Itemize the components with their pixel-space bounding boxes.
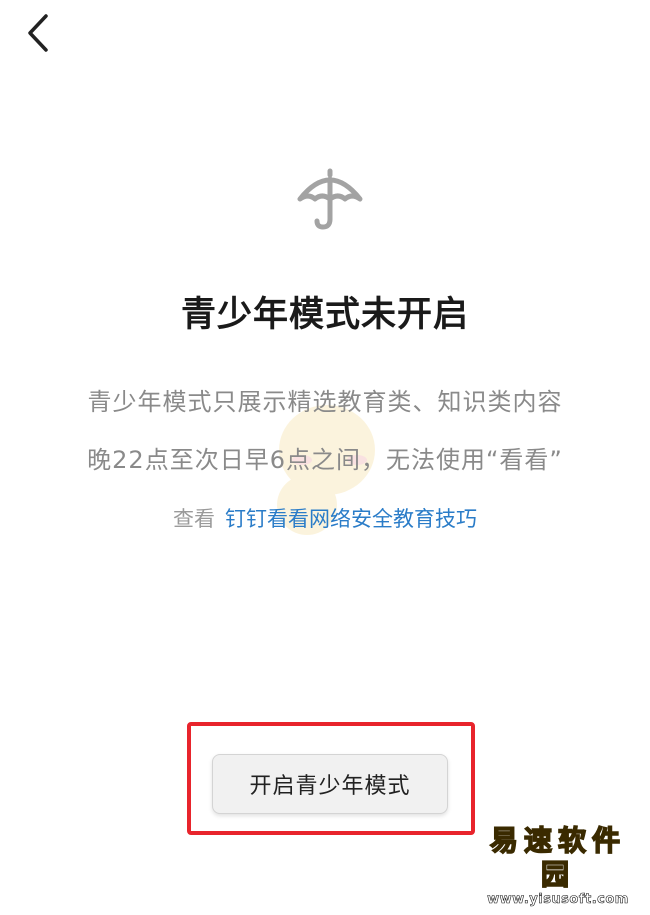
description-line-1: 青少年模式只展示精选教育类、知识类内容	[87, 388, 563, 416]
site-watermark: 易速软件园 www.yisusoft.com	[478, 823, 638, 908]
umbrella-icon	[295, 165, 365, 235]
link-prefix: 查看	[173, 507, 215, 531]
chevron-left-icon	[28, 14, 48, 52]
back-button[interactable]	[20, 12, 60, 56]
description-line-2: 晚22点至次日早6点之间，无法使用“看看”	[87, 446, 563, 474]
page-title: 青少年模式未开启	[180, 295, 469, 335]
teen-mode-screen: 青少年模式未开启 青少年模式只展示精选教育类、知识类内容 晚22点至次日早6点之…	[0, 0, 650, 915]
enable-teen-mode-button[interactable]: 开启青少年模式	[212, 754, 448, 814]
safety-tips-link[interactable]: 钉钉看看网络安全教育技巧	[225, 507, 477, 531]
watermark-name: 易速软件园	[489, 823, 626, 892]
watermark-url: www.yisusoft.com	[487, 892, 629, 908]
safety-link-row: 查看 钉钉看看网络安全教育技巧	[0, 503, 650, 533]
